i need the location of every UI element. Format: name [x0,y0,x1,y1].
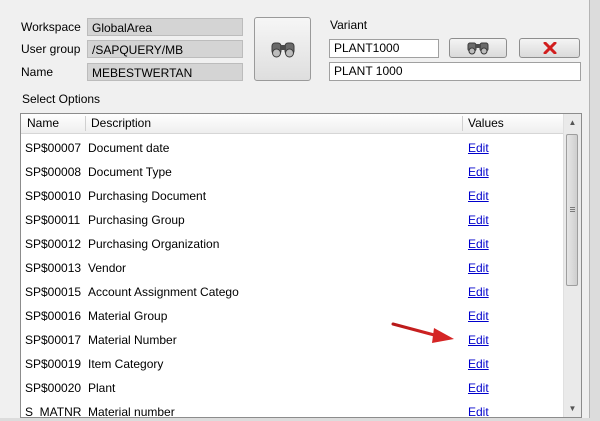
edit-link[interactable]: Edit [468,232,489,256]
list-item[interactable]: SP$00019 Item Category Edit [21,352,564,376]
list-item[interactable]: S_MATNR Material number Edit [21,400,564,418]
user-group-field: /SAPQUERY/MB [87,40,243,58]
window-top-edge [0,0,600,9]
option-description: Plant [88,381,116,395]
variant-input[interactable]: PLANT1000 [329,39,439,58]
list-item[interactable]: SP$00013 Vendor Edit [21,256,564,280]
option-name: SP$00007 [25,141,82,155]
option-name: SP$00013 [25,261,82,275]
thumb-grip [570,211,575,212]
column-header-values[interactable]: Values [462,114,564,133]
list-item[interactable]: SP$00017 Material Number Edit [21,328,564,352]
option-name: S_MATNR [25,405,82,418]
scrollbar-thumb[interactable] [566,134,578,286]
select-options-title: Select Options [22,92,101,106]
option-description: Purchasing Organization [88,237,220,251]
option-description: Document date [88,141,170,155]
variant-description-input[interactable]: PLANT 1000 [329,62,581,81]
option-name: SP$00019 [25,357,82,371]
edit-link[interactable]: Edit [468,352,489,376]
option-description: Purchasing Document [88,189,207,203]
scroll-down-button[interactable]: ▼ [564,400,581,417]
edit-link[interactable]: Edit [468,304,489,328]
find-query-button[interactable] [254,17,311,81]
option-description: Vendor [88,261,127,275]
edit-link[interactable]: Edit [468,376,489,400]
red-x-icon [543,42,556,54]
name-field: MEBESTWERTAN [87,63,243,81]
user-group-label: User group [21,42,81,56]
thumb-grip [570,209,575,210]
option-name: SP$00010 [25,189,82,203]
option-description: Material Group [88,309,168,323]
thumb-grip [570,207,575,208]
list-item[interactable]: SP$00008 Document Type Edit [21,160,564,184]
option-description: Account Assignment Catego [88,285,239,299]
edit-link[interactable]: Edit [468,184,489,208]
list-header: Name Description Values [21,114,564,134]
option-name: SP$00016 [25,309,82,323]
binoculars-icon [467,42,489,55]
variant-label: Variant [330,18,368,32]
list-item[interactable]: SP$00011 Purchasing Group Edit [21,208,564,232]
option-description: Material Number [88,333,177,347]
vertical-scrollbar[interactable]: ▲ ▼ [563,114,581,417]
column-header-description[interactable]: Description [85,114,462,133]
option-description: Document Type [88,165,172,179]
red-arrow-annotation [391,322,454,343]
list-item[interactable]: SP$00007 Document date Edit [21,136,564,160]
option-description: Item Category [88,357,164,371]
option-description: Purchasing Group [88,213,185,227]
binoculars-icon [271,42,294,58]
list-item[interactable]: SP$00016 Material Group Edit [21,304,564,328]
option-name: SP$00011 [25,213,81,227]
option-name: SP$00012 [25,237,82,251]
option-name: SP$00008 [25,165,82,179]
list-item[interactable]: SP$00015 Account Assignment Catego Edit [21,280,564,304]
edit-link[interactable]: Edit [468,280,489,304]
scroll-up-button[interactable]: ▲ [564,114,581,131]
name-label: Name [21,65,54,79]
list-item[interactable]: SP$00020 Plant Edit [21,376,564,400]
column-header-name[interactable]: Name [21,114,85,133]
edit-link[interactable]: Edit [468,400,489,417]
option-description: Material number [88,405,175,418]
edit-link[interactable]: Edit [468,136,489,160]
workspace-label: Workspace [21,20,81,34]
workspace-field: GlobalArea [87,18,243,36]
edit-link[interactable]: Edit [468,208,489,232]
edit-link[interactable]: Edit [468,328,489,352]
variant-delete-button[interactable] [519,38,580,58]
option-name: SP$00017 [25,333,82,347]
option-name: SP$00020 [25,381,82,395]
window-right-edge [589,0,600,421]
list-item[interactable]: SP$00012 Purchasing Organization Edit [21,232,564,256]
variant-search-button[interactable] [449,38,507,58]
edit-link[interactable]: Edit [468,160,489,184]
option-name: SP$00015 [25,285,82,299]
select-options-list[interactable]: Name Description Values SP$00007 Document… [20,113,582,418]
list-item[interactable]: SP$00010 Purchasing Document Edit [21,184,564,208]
edit-link[interactable]: Edit [468,256,489,280]
